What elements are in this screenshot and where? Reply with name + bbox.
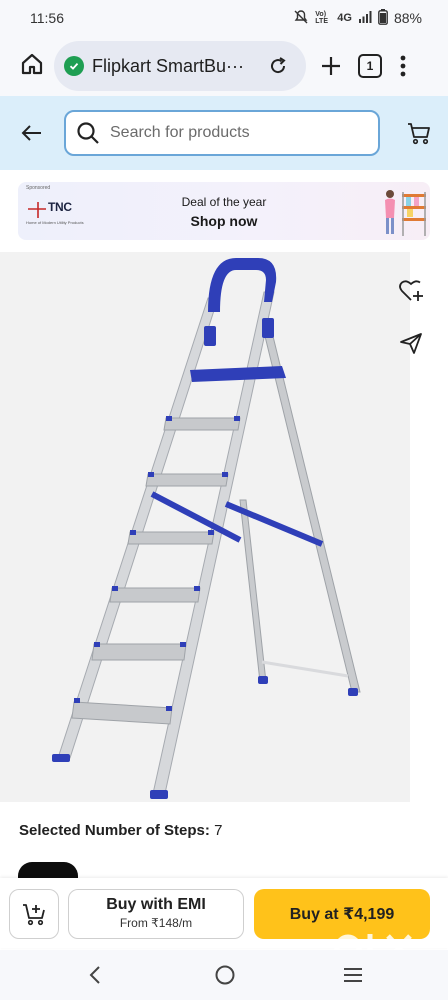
- nav-recents-icon: [344, 968, 362, 982]
- status-indicators: Vo) LTE 4G 88%: [293, 8, 422, 28]
- volte-icon: Vo) LTE: [315, 11, 331, 25]
- nav-recents-button[interactable]: [340, 962, 366, 988]
- menu-dots-icon: [400, 55, 406, 77]
- page-title: Flipkart SmartBu···: [92, 55, 245, 76]
- search-placeholder: Search for products: [110, 124, 250, 141]
- ad-title: Deal of the year: [181, 195, 267, 209]
- search-input[interactable]: Search for products: [64, 110, 380, 156]
- system-nav-bar: [0, 950, 448, 1000]
- address-bar[interactable]: Flipkart SmartBu···: [54, 41, 306, 91]
- reload-button[interactable]: [264, 52, 292, 80]
- variant-value: 7: [214, 822, 223, 839]
- ladder-image: [52, 258, 361, 799]
- emi-subtitle: From ₹148/m: [119, 916, 193, 930]
- ad-product-image: [385, 190, 426, 236]
- nav-back-button[interactable]: [82, 962, 108, 988]
- status-bar: 11:56 Vo) LTE 4G 88%: [0, 0, 448, 36]
- reload-icon: [271, 57, 286, 74]
- tabs-button[interactable]: 1: [358, 54, 382, 78]
- back-arrow-icon: [21, 125, 41, 141]
- home-icon: [20, 52, 44, 81]
- share-icon: [400, 333, 422, 354]
- search-header: Search for products: [0, 96, 448, 170]
- product-image[interactable]: [0, 252, 410, 802]
- emi-title: Buy with EMI: [106, 896, 206, 913]
- browser-menu-button[interactable]: [398, 46, 408, 86]
- variant-label: Selected Number of Steps:: [19, 822, 210, 839]
- add-to-cart-icon: [23, 904, 45, 926]
- add-to-cart-button[interactable]: [9, 889, 59, 939]
- buy-with-emi-button[interactable]: Buy with EMI From ₹148/m: [68, 889, 244, 939]
- wishlist-icon: [399, 280, 423, 301]
- cart-icon: [408, 123, 430, 145]
- plus-icon: [322, 57, 340, 75]
- back-button[interactable]: [14, 115, 50, 151]
- status-time: 11:56: [30, 10, 64, 26]
- sponsored-ad-banner[interactable]: Sponsored TNC Home of Modern Utility Pro…: [18, 182, 430, 240]
- sponsored-label: Sponsored: [26, 185, 51, 191]
- buy-now-label: Buy at ₹4,199: [289, 906, 395, 923]
- browser-home-button[interactable]: [12, 46, 52, 86]
- browser-toolbar: Flipkart SmartBu··· 1: [0, 36, 448, 96]
- tab-count: 1: [366, 59, 374, 73]
- volte-label: Vo) LTE: [315, 11, 328, 25]
- secure-shield-icon: [64, 56, 84, 76]
- nav-back-icon: [89, 966, 100, 984]
- nav-home-button[interactable]: [212, 962, 238, 988]
- selected-variant: Selected Number of Steps: 7: [19, 822, 222, 839]
- new-tab-button[interactable]: [316, 46, 346, 86]
- mute-icon: [293, 9, 309, 28]
- network-label: 4G: [337, 12, 352, 24]
- nav-home-icon: [215, 965, 235, 985]
- cart-button[interactable]: [404, 118, 434, 148]
- battery-percent: 88%: [393, 10, 422, 26]
- ad-shop-now[interactable]: Shop now: [18, 213, 430, 229]
- signal-icon: [358, 10, 372, 27]
- search-icon: [77, 122, 99, 144]
- share-button[interactable]: [396, 328, 426, 358]
- battery-icon: [378, 8, 388, 28]
- wishlist-button[interactable]: [396, 276, 426, 306]
